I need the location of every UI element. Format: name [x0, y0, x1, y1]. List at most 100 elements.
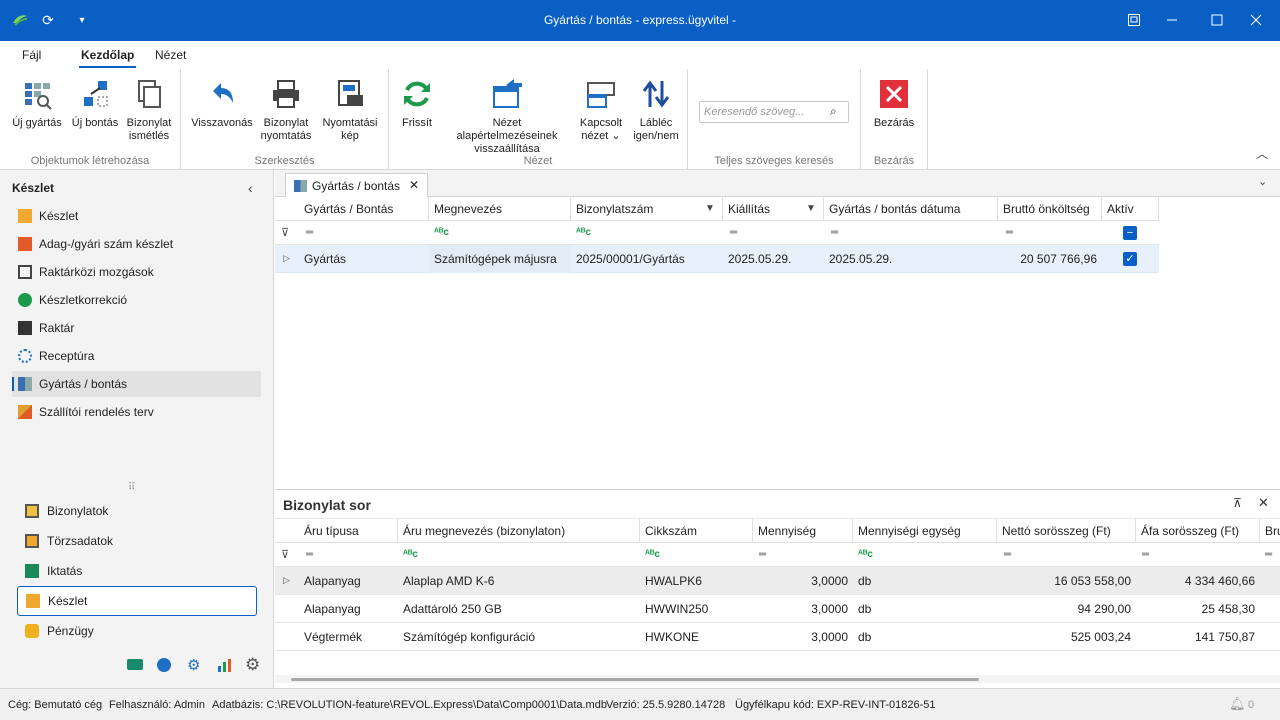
close-tab-icon[interactable]: ✕ [409, 178, 419, 192]
tab-view[interactable]: Nézet [155, 48, 186, 62]
globe-icon[interactable] [157, 658, 171, 672]
module-master-data[interactable]: Törzsadatok [17, 527, 257, 555]
equals-operator-icon[interactable]: ═ [1006, 227, 1013, 238]
column-header-gross-total[interactable]: Bru [1260, 519, 1280, 543]
scrollbar-thumb[interactable] [291, 678, 979, 681]
column-header-name[interactable]: Megnevezés [429, 197, 571, 221]
print-preview-button[interactable]: Nyomtatási kép [319, 77, 381, 143]
batch-icon [18, 237, 32, 251]
expand-row-icon[interactable]: ▷ [283, 575, 290, 586]
text-filter-icon[interactable]: ᴬᴮc [403, 549, 418, 560]
text-filter-icon[interactable]: ᴬᴮc [576, 227, 591, 238]
text-filter-icon[interactable]: ᴬᴮc [645, 549, 660, 560]
document-repeat-button[interactable]: Bizonylat ismétlés [122, 77, 176, 143]
maximize-icon[interactable] [1207, 10, 1227, 30]
footer-toggle-label-1: Lábléc [639, 117, 673, 129]
column-header-unit[interactable]: Mennyiségi egység [853, 519, 997, 543]
footer-toggle-button[interactable]: Lábléc igen/nem [629, 77, 683, 143]
expand-row-icon[interactable]: ▷ [283, 253, 290, 264]
bell-icon[interactable]: 🔔︎ [1229, 696, 1246, 712]
text-filter-icon[interactable]: ᴬᴮc [858, 549, 873, 560]
equals-operator-icon[interactable]: ═ [1004, 549, 1011, 560]
module-finance[interactable]: Pénzügy [17, 617, 257, 645]
reset-view-button[interactable]: Nézet alapértelmezéseinek visszaállítása [441, 77, 573, 156]
pin-icon[interactable]: ⊼ [1233, 496, 1242, 510]
collapse-ribbon-icon[interactable]: ︿ [1256, 145, 1268, 162]
order-plan-icon [18, 405, 32, 419]
recipe-icon [18, 349, 32, 363]
group-label-search: Teljes szöveges keresés [714, 155, 834, 167]
sidebar-item-recipe[interactable]: Receptúra [12, 343, 261, 369]
document-repeat-label-1: Bizonylat [126, 117, 172, 129]
filter-funnel-icon[interactable]: ⊽ [281, 226, 289, 239]
minimize-icon[interactable] [1162, 10, 1182, 30]
gear-icon[interactable]: ⚙ [245, 655, 260, 675]
module-filing[interactable]: Iktatás [17, 557, 257, 585]
fulltext-search-input[interactable]: Keresendő szöveg... [699, 101, 849, 123]
correction-icon [18, 293, 32, 307]
sidebar-item-batch-stock[interactable]: Adag-/gyári szám készlet [12, 231, 261, 257]
filter-active-icon[interactable]: ▼ [705, 203, 715, 214]
column-header-type[interactable]: Gyártás / Bontás [299, 197, 429, 221]
collapse-sidebar-icon[interactable]: ‹ [248, 180, 253, 196]
splitter-grip-icon[interactable]: ⠿ [128, 482, 136, 493]
tab-file[interactable]: Fájl [22, 48, 41, 62]
equals-operator-icon[interactable]: ═ [730, 227, 737, 238]
column-header-doc-number[interactable]: Bizonylatszám [571, 197, 723, 221]
refresh-button[interactable]: Frissít [395, 77, 439, 130]
cell-item-name: Adattároló 250 GB [403, 602, 502, 616]
horizontal-scrollbar[interactable] [275, 675, 1280, 683]
column-header-net-total[interactable]: Nettó sorösszeg (Ft) [997, 519, 1136, 543]
table-row[interactable]: Végtermék Számítógép konfiguráció HWKONE… [275, 623, 1280, 651]
sidebar-item-supplier-order-plan[interactable]: Szállítói rendelés terv [12, 399, 261, 425]
new-production-button[interactable]: Új gyártás [8, 77, 66, 130]
chart-icon[interactable] [217, 658, 233, 675]
new-disassembly-button[interactable]: Új bontás [68, 77, 122, 130]
restore-layout-icon[interactable] [1124, 10, 1144, 30]
search-icon[interactable]: ⌕ [830, 104, 837, 119]
undo-button[interactable]: Visszavonás [191, 77, 253, 130]
sidebar-item-production[interactable]: Gyártás / bontás [12, 371, 261, 397]
sidebar-item-warehouse-transfer[interactable]: Raktárközi mozgások [12, 259, 261, 285]
sidebar-item-warehouse[interactable]: Raktár [12, 315, 261, 341]
equals-operator-icon[interactable]: ═ [831, 227, 838, 238]
close-panel-icon[interactable]: ✕ [1258, 495, 1269, 511]
module-stock[interactable]: Készlet [17, 586, 257, 616]
column-header-gross-cost[interactable]: Bruttó önköltség [998, 197, 1102, 221]
equals-operator-icon[interactable]: ═ [1142, 549, 1149, 560]
active-filter-checkbox[interactable]: − [1123, 226, 1137, 240]
column-header-quantity[interactable]: Mennyiség [753, 519, 853, 543]
close-document-button[interactable]: Bezárás [869, 77, 919, 130]
table-row[interactable]: ▷ Gyártás Számítógépek májusra 2025/0000… [275, 245, 1159, 273]
active-checkbox[interactable]: ✓ [1123, 252, 1137, 266]
filter-active-icon[interactable]: ▼ [806, 203, 816, 214]
print-document-button[interactable]: Bizonylat nyomtatás [259, 77, 313, 143]
cell-name: Számítógépek májusra [429, 245, 571, 273]
column-header-sku[interactable]: Cikkszám [640, 519, 753, 543]
cash-icon[interactable] [127, 659, 143, 670]
module-documents[interactable]: Bizonylatok [17, 497, 257, 525]
linked-view-button[interactable]: Kapcsolt nézet ⌄ [575, 77, 627, 143]
table-row[interactable]: Alapanyag Adattároló 250 GB HWWIN250 3,0… [275, 595, 1280, 623]
tab-list-dropdown-icon[interactable]: ⌄ [1258, 175, 1267, 188]
equals-operator-icon[interactable]: ═ [306, 227, 313, 238]
column-header-item-type[interactable]: Áru típusa [299, 519, 398, 543]
equals-operator-icon[interactable]: ═ [759, 549, 766, 560]
equals-operator-icon[interactable]: ═ [306, 549, 313, 560]
column-header-active[interactable]: Aktív [1102, 197, 1159, 221]
tab-home[interactable]: Kezdőlap [78, 48, 137, 68]
sidebar-item-stock[interactable]: Készlet [12, 203, 261, 229]
cell-vat-total: 25 458,30 [1201, 602, 1255, 616]
sidebar-item-stock-correction[interactable]: Készletkorrekció [12, 287, 261, 313]
close-window-icon[interactable] [1246, 10, 1266, 30]
document-tab[interactable]: Gyártás / bontás ✕ [285, 173, 428, 197]
column-header-production-date[interactable]: Gyártás / bontás dátuma [824, 197, 998, 221]
text-filter-icon[interactable]: ᴬᴮc [434, 227, 449, 238]
equals-operator-icon[interactable]: ═ [1265, 549, 1272, 560]
table-row[interactable]: ▷ Alapanyag Alaplap AMD K-6 HWALPK6 3,00… [275, 567, 1280, 595]
column-header-item-name[interactable]: Áru megnevezés (bizonylaton) [398, 519, 640, 543]
settings-blue-icon[interactable]: ⚙ [187, 656, 200, 674]
filter-funnel-icon[interactable]: ⊽ [281, 548, 289, 561]
reset-view-label-2: visszaállítása [474, 143, 540, 155]
column-header-vat-total[interactable]: Áfa sorösszeg (Ft) [1136, 519, 1260, 543]
